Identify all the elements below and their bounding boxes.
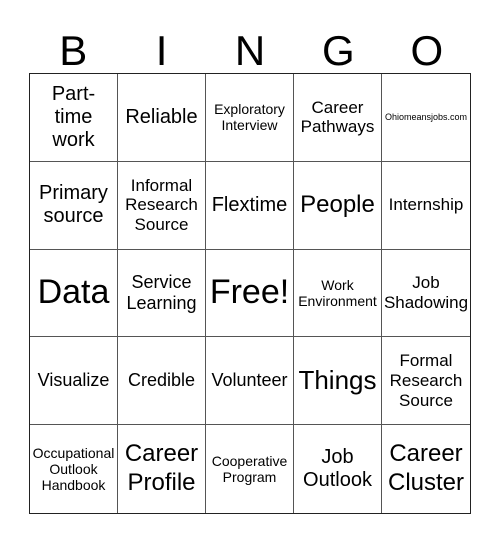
bingo-cell[interactable]: People bbox=[294, 161, 382, 250]
cell-label: Reliable bbox=[125, 105, 198, 128]
bingo-cell[interactable]: Visualize bbox=[30, 337, 118, 426]
bingo-cell[interactable]: Job Shadowing bbox=[382, 250, 470, 338]
cell-label: Cooperative Program bbox=[211, 453, 288, 486]
bingo-cell[interactable]: Ohiomeansjobs.com bbox=[382, 74, 470, 162]
bingo-cell[interactable]: Internship bbox=[382, 162, 470, 250]
cell-label: Job Outlook bbox=[303, 446, 372, 492]
cell-label: Informal Research Source bbox=[125, 175, 198, 234]
cell-label: Career Cluster bbox=[387, 440, 465, 497]
bingo-cell[interactable]: Job Outlook bbox=[294, 425, 382, 513]
bingo-cell[interactable]: Reliable bbox=[118, 74, 206, 162]
cell-label: Credible bbox=[127, 370, 196, 391]
cell-label: Service Learning bbox=[126, 272, 197, 313]
cell-label: Part- time work bbox=[51, 82, 96, 151]
header-letter-o: O bbox=[410, 27, 444, 74]
bingo-cell[interactable]: Occupational Outlook Handbook bbox=[30, 425, 118, 513]
header-letter-g: G bbox=[322, 27, 355, 74]
cell-label: Volunteer bbox=[211, 370, 288, 391]
bingo-cell[interactable]: Part- time work bbox=[30, 74, 118, 162]
header-letter-b: B bbox=[59, 27, 88, 74]
cell-label: Internship bbox=[388, 195, 464, 215]
cell-label: Job Shadowing bbox=[383, 273, 469, 312]
cell-label: Things bbox=[298, 364, 377, 395]
cell-label: Career Profile bbox=[124, 440, 199, 497]
bingo-cell[interactable]: Service Learning bbox=[118, 249, 206, 338]
bingo-header: B I N G O bbox=[29, 28, 471, 74]
header-letter-n: N bbox=[234, 27, 266, 74]
cell-label: Career Pathways bbox=[300, 97, 375, 137]
cell-label: Formal Research Source bbox=[389, 351, 463, 410]
cell-label: Primary source bbox=[39, 182, 108, 228]
cell-label: Flextime bbox=[211, 193, 288, 216]
bingo-cell[interactable]: Career Pathways bbox=[294, 74, 382, 162]
bingo-cell[interactable]: Work Environment bbox=[294, 249, 382, 338]
bingo-cell[interactable]: Primary source bbox=[30, 161, 118, 250]
bingo-board: Part- time work Reliable Exploratory Int… bbox=[29, 73, 471, 514]
bingo-cell[interactable]: Credible bbox=[118, 337, 206, 426]
bingo-cell[interactable]: Flextime bbox=[206, 161, 294, 250]
cell-label: Work Environment bbox=[298, 276, 377, 309]
bingo-cell[interactable]: Volunteer bbox=[206, 337, 294, 426]
cell-label: Ohiomeansjobs.com bbox=[384, 112, 468, 123]
bingo-cell[interactable]: Informal Research Source bbox=[118, 161, 206, 250]
cell-label: Exploratory Interview bbox=[214, 101, 285, 134]
bingo-cell[interactable]: Formal Research Source bbox=[382, 337, 470, 426]
bingo-cell[interactable]: Data bbox=[30, 249, 118, 338]
cell-label: Visualize bbox=[37, 370, 110, 391]
free-space-cell[interactable]: Free! bbox=[206, 249, 294, 338]
bingo-cell[interactable]: Exploratory Interview bbox=[206, 74, 294, 162]
cell-label: Data bbox=[37, 273, 110, 312]
header-letter-i: I bbox=[155, 27, 168, 74]
bingo-cell[interactable]: Career Profile bbox=[118, 425, 206, 513]
bingo-cell[interactable]: Things bbox=[294, 337, 382, 426]
free-space-label: Free! bbox=[209, 273, 290, 312]
cell-label: Occupational Outlook Handbook bbox=[32, 444, 115, 494]
cell-label: People bbox=[300, 190, 375, 218]
bingo-cell[interactable]: Career Cluster bbox=[382, 425, 470, 513]
bingo-cell[interactable]: Cooperative Program bbox=[206, 425, 294, 513]
